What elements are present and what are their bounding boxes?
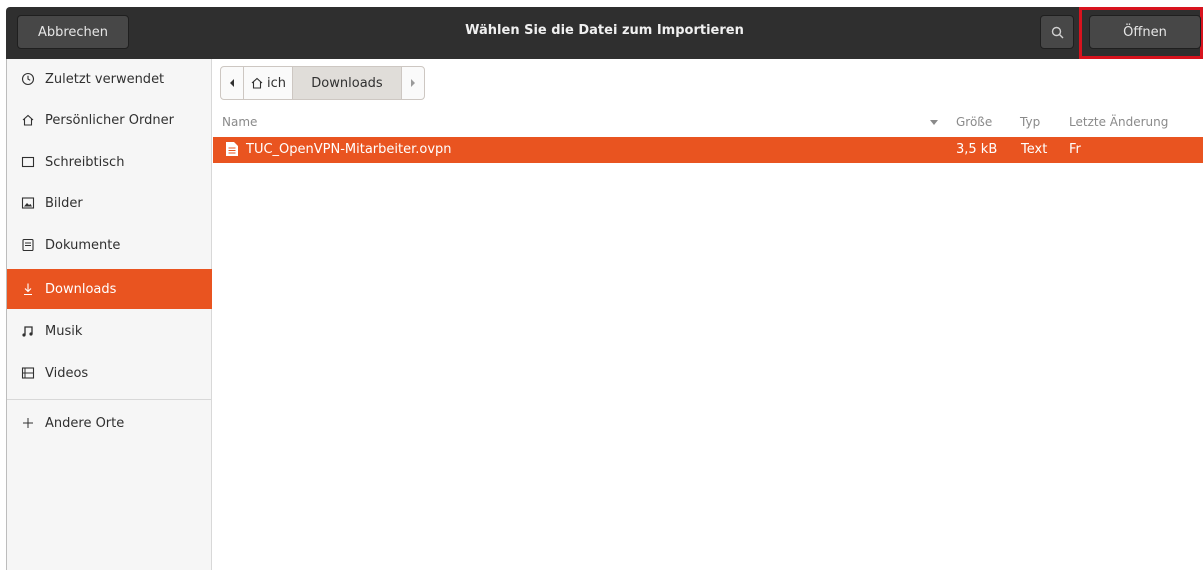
column-header-modified[interactable]: Letzte Änderung: [1069, 115, 1168, 129]
sidebar-separator: [7, 399, 211, 400]
documents-icon: [19, 236, 37, 254]
sidebar-item-label: Musik: [45, 323, 83, 339]
sidebar-item-pictures[interactable]: Bilder: [7, 183, 212, 223]
music-icon: [19, 322, 37, 340]
path-current-label: Downloads: [311, 75, 383, 91]
path-home-label: ich: [267, 75, 286, 91]
sidebar-item-music[interactable]: Musik: [7, 311, 212, 351]
video-icon: [19, 364, 37, 382]
clock-icon: [19, 70, 37, 88]
sidebar-item-label: Andere Orte: [45, 415, 125, 431]
pictures-icon: [19, 194, 37, 212]
sidebar-item-home[interactable]: Persönlicher Ordner: [7, 100, 212, 140]
file-type: Text: [1021, 142, 1048, 157]
sidebar-item-documents[interactable]: Dokumente: [7, 225, 212, 265]
download-icon: [19, 280, 37, 298]
column-header-type[interactable]: Typ: [1020, 115, 1040, 129]
desktop-icon: [19, 153, 37, 171]
column-header-name[interactable]: Name: [222, 115, 257, 129]
path-forward-button[interactable]: [401, 66, 425, 100]
search-button[interactable]: [1040, 15, 1074, 49]
places-sidebar: Zuletzt verwendet Persönlicher Ordner Sc…: [7, 59, 212, 570]
column-header-size[interactable]: Größe: [956, 115, 992, 129]
path-bar: ich Downloads: [220, 66, 425, 100]
path-current-button[interactable]: Downloads: [292, 66, 402, 100]
path-back-button[interactable]: [220, 66, 244, 100]
sidebar-item-label: Schreibtisch: [45, 154, 125, 170]
sidebar-item-recent[interactable]: Zuletzt verwendet: [7, 59, 212, 99]
sidebar-item-other-locations[interactable]: Andere Orte: [7, 403, 212, 443]
home-icon: [251, 77, 263, 89]
file-list-header: Name Größe Typ Letzte Änderung: [213, 110, 1203, 134]
path-home-button[interactable]: ich: [243, 66, 293, 100]
plus-icon: [19, 414, 37, 432]
sidebar-item-label: Persönlicher Ordner: [45, 112, 174, 128]
cancel-button[interactable]: Abbrechen: [17, 15, 129, 49]
file-modified: Fr: [1069, 142, 1081, 157]
file-row[interactable]: TUC_OpenVPN-Mitarbeiter.ovpn 3,5 kB Text…: [213, 137, 1203, 163]
sidebar-item-label: Dokumente: [45, 237, 121, 253]
sidebar-item-label: Videos: [45, 365, 89, 381]
sidebar-item-label: Zuletzt verwendet: [45, 71, 165, 87]
file-size: 3,5 kB: [956, 142, 998, 157]
search-icon: [1051, 26, 1064, 39]
sort-descending-icon: [930, 120, 938, 125]
text-file-icon: [226, 142, 238, 156]
chevron-right-icon: [411, 79, 415, 87]
sidebar-item-label: Downloads: [45, 281, 117, 297]
file-name: TUC_OpenVPN-Mitarbeiter.ovpn: [246, 142, 452, 157]
dialog-title: Wählen Sie die Datei zum Importieren: [465, 23, 744, 38]
sidebar-item-desktop[interactable]: Schreibtisch: [7, 142, 212, 182]
open-button[interactable]: Öffnen: [1089, 15, 1201, 49]
sidebar-item-downloads[interactable]: Downloads: [7, 269, 212, 309]
chevron-left-icon: [230, 79, 234, 87]
home-icon: [19, 111, 37, 129]
sidebar-item-label: Bilder: [45, 195, 83, 211]
header-bar: Abbrechen Wählen Sie die Datei zum Impor…: [6, 7, 1203, 59]
sidebar-item-videos[interactable]: Videos: [7, 353, 212, 393]
